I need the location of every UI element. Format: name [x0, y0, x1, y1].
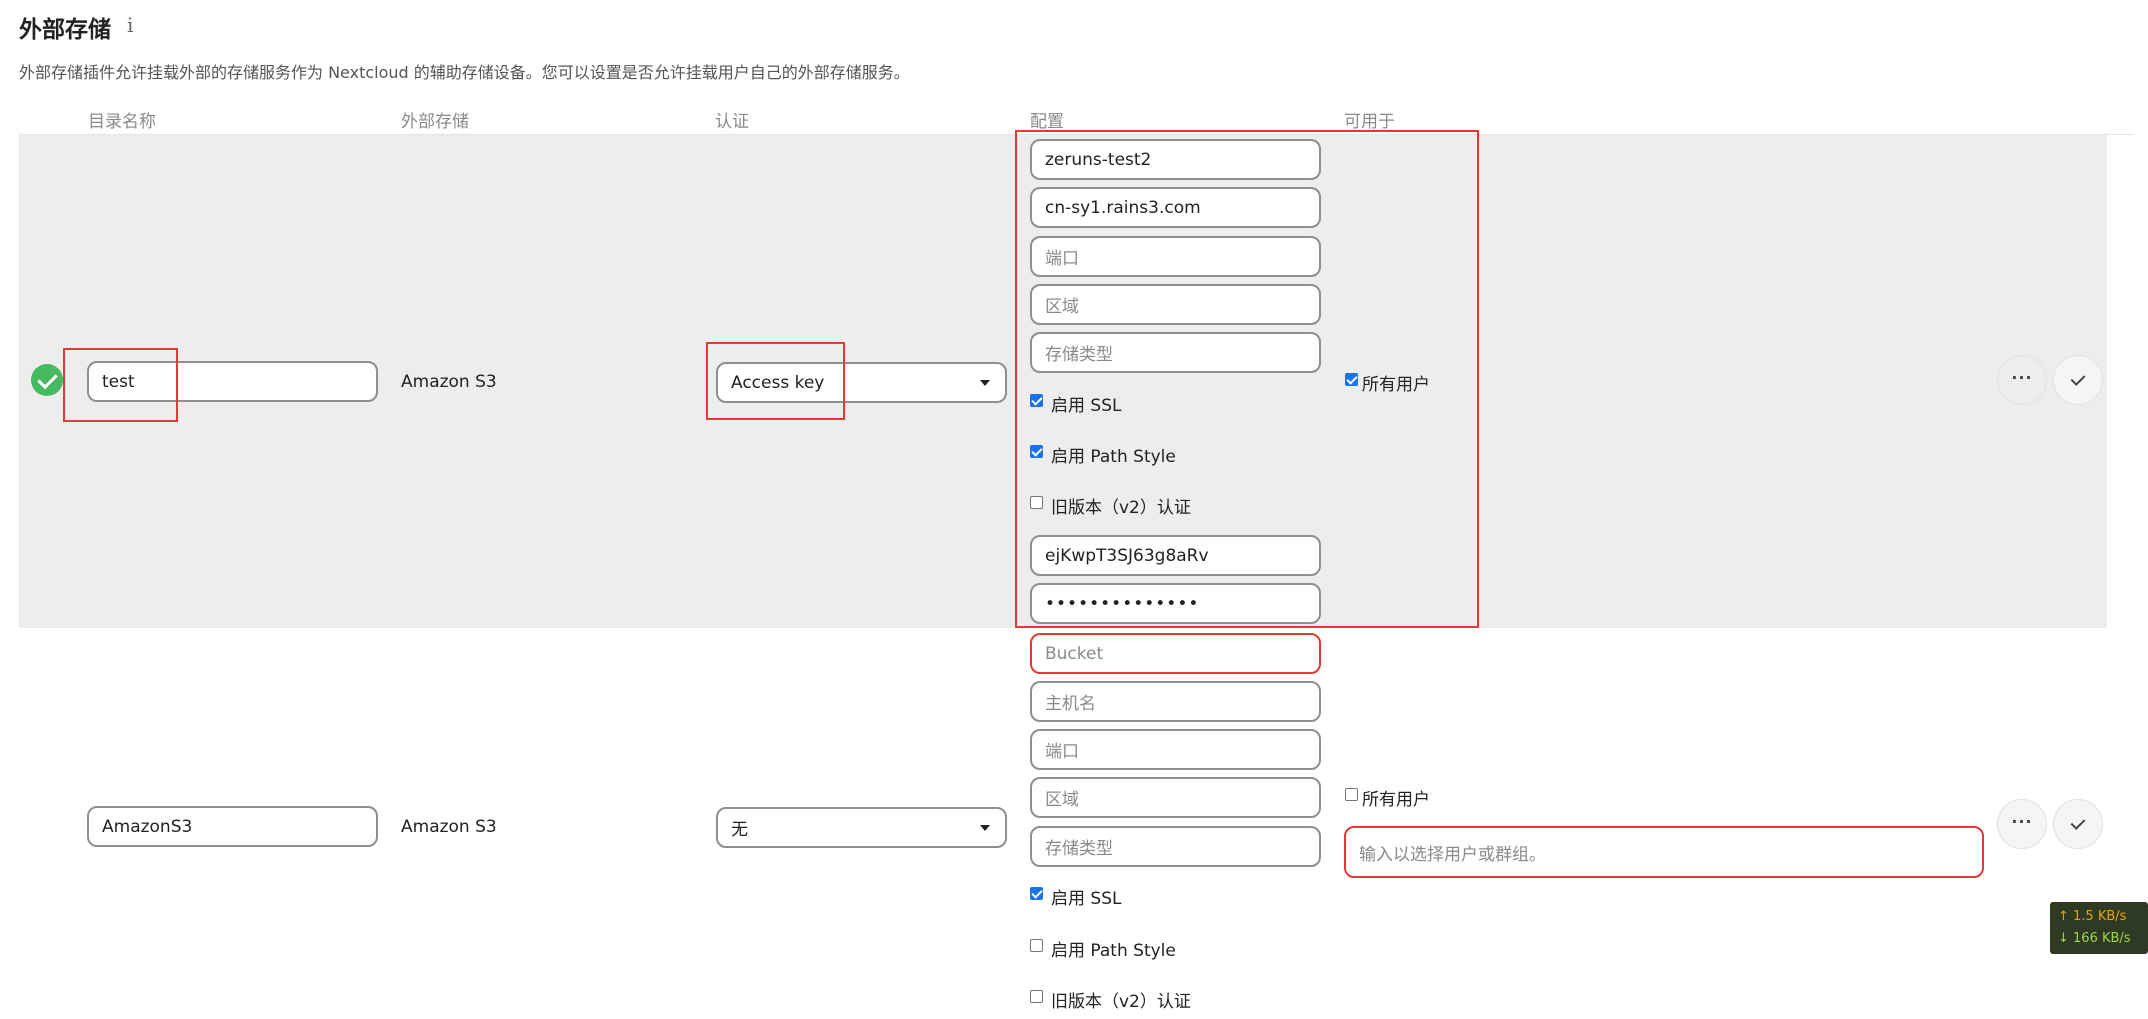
enable-path-style-label: 启用 Path Style: [1051, 941, 1176, 961]
info-icon[interactable]: i: [127, 13, 133, 37]
checkmark-icon: [2070, 814, 2086, 830]
chevron-down-icon: [980, 379, 990, 386]
region-input[interactable]: 区域: [1030, 777, 1321, 818]
more-options-button[interactable]: ···: [1997, 355, 2047, 405]
storage-backend-label: Amazon S3: [401, 817, 497, 837]
page-description: 外部存储插件允许挂载外部的存储服务作为 Nextcloud 的辅助存储设备。您可…: [19, 63, 910, 82]
network-speed-widget: ↑ 1.5 KB/s ↓ 166 KB/s: [2050, 902, 2148, 954]
hostname-input[interactable]: 主机名: [1030, 681, 1321, 722]
storage-backend-label: Amazon S3: [401, 372, 497, 392]
bucket-input[interactable]: Bucket: [1030, 633, 1321, 674]
page-title: 外部存储: [19, 17, 111, 43]
port-input[interactable]: 端口: [1030, 729, 1321, 770]
column-header-external-storage: 外部存储: [401, 112, 469, 132]
save-button[interactable]: [2053, 355, 2103, 405]
column-header-authentication: 认证: [715, 112, 749, 132]
all-users-label: 所有用户: [1362, 790, 1430, 810]
enable-ssl-checkbox[interactable]: [1030, 887, 1043, 900]
check-circle-icon: [31, 364, 63, 396]
all-users-checkbox[interactable]: [1345, 788, 1358, 801]
download-speed: ↓ 166 KB/s: [2058, 931, 2131, 946]
column-header-folder-name: 目录名称: [88, 112, 156, 132]
folder-name-input[interactable]: AmazonS3: [87, 806, 378, 847]
more-icon: ···: [2011, 367, 2033, 387]
auth-select[interactable]: 无: [716, 807, 1007, 848]
highlight-configuration: [1015, 130, 1479, 628]
auth-select-value: 无: [731, 820, 748, 840]
chevron-down-icon: [980, 824, 990, 831]
user-group-select-input[interactable]: 输入以选择用户或群组。: [1344, 826, 1984, 878]
external-storage-page: 外部存储 i 外部存储插件允许挂载外部的存储服务作为 Nextcloud 的辅助…: [0, 0, 2148, 1019]
legacy-auth-label: 旧版本（v2）认证: [1051, 992, 1191, 1012]
storage-class-input[interactable]: 存储类型: [1030, 826, 1321, 867]
column-header-available-for: 可用于: [1344, 112, 1395, 132]
highlight-folder-name: [63, 348, 178, 422]
column-header-configuration: 配置: [1030, 112, 1064, 132]
more-icon: ···: [2011, 811, 2033, 831]
upload-speed: ↑ 1.5 KB/s: [2058, 909, 2127, 924]
enable-ssl-label: 启用 SSL: [1051, 889, 1122, 909]
save-button[interactable]: [2053, 799, 2103, 849]
checkmark-icon: [2070, 370, 2086, 386]
highlight-auth: [706, 342, 845, 420]
enable-path-style-checkbox[interactable]: [1030, 939, 1043, 952]
more-options-button[interactable]: ···: [1997, 799, 2047, 849]
legacy-auth-checkbox[interactable]: [1030, 990, 1043, 1003]
